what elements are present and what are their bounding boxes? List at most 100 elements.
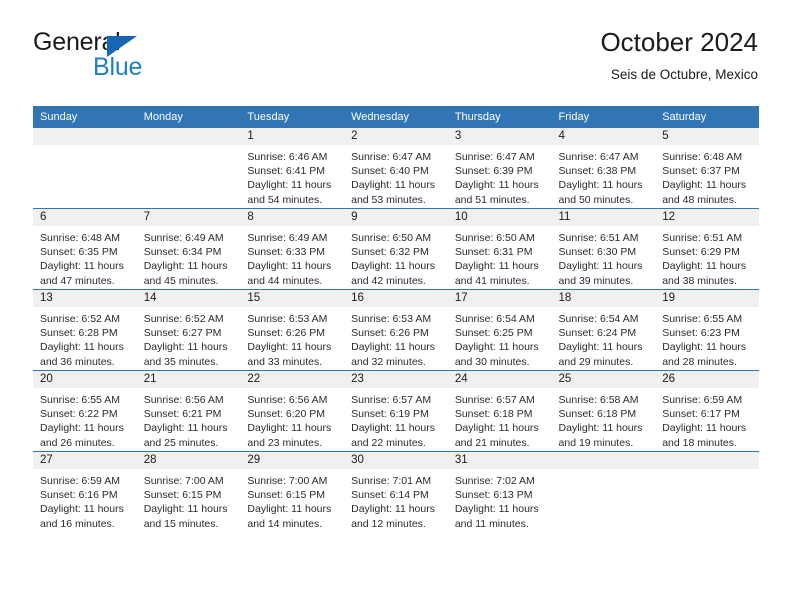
day-number: 5 xyxy=(655,128,759,145)
calendar-day-cell[interactable]: 9 Sunrise: 6:50 AM Sunset: 6:32 PM Daylight… xyxy=(344,208,448,290)
calendar-day-cell[interactable]: 3 Sunrise: 6:47 AM Sunset: 6:39 PM Daylight… xyxy=(447,128,552,209)
calendar-day-cell[interactable]: 10 Sunrise: 6:50 AM Sunset: 6:31 PM Dayligh… xyxy=(447,208,552,290)
calendar-day-cell[interactable]: 24 Sunrise: 6:57 AM Sunset: 6:18 PM Dayligh… xyxy=(447,370,552,452)
sunset-text: Sunset: 6:34 PM xyxy=(143,246,222,259)
daylight-text: Daylight: 11 hours and 29 minutes. xyxy=(558,341,643,368)
day-number: 14 xyxy=(136,290,241,307)
calendar-day-cell-empty xyxy=(136,128,241,209)
page-title: October 2024 xyxy=(600,27,758,57)
day-details: Sunrise: 6:50 AM Sunset: 6:31 PM Daylight:… xyxy=(448,226,552,288)
calendar-day-cell[interactable]: 21 Sunrise: 6:56 AM Sunset: 6:21 PM Dayligh… xyxy=(136,370,241,452)
sunrise-text: Sunrise: 6:53 AM xyxy=(351,313,432,325)
sunrise-text: Sunrise: 6:50 AM xyxy=(351,232,432,244)
calendar-day-cell[interactable]: 31 Sunrise: 7:02 AM Sunset: 6:13 PM Dayligh… xyxy=(447,451,552,532)
daylight-text: Daylight: 11 hours and 41 minutes. xyxy=(454,260,539,287)
calendar-page: General Blue October 2024 Seis de Octubr… xyxy=(0,0,792,612)
daylight-text: Daylight: 11 hours and 14 minutes. xyxy=(247,503,332,530)
calendar-day-cell[interactable]: 12 Sunrise: 6:51 AM Sunset: 6:29 PM Dayligh… xyxy=(655,208,759,290)
sunset-text: Sunset: 6:37 PM xyxy=(662,165,740,178)
calendar-day-cell[interactable]: 6 Sunrise: 6:48 AM Sunset: 6:35 PM Daylight… xyxy=(33,208,137,290)
calendar-day-cell[interactable]: 8 Sunrise: 6:49 AM Sunset: 6:33 PM Daylight… xyxy=(240,208,345,290)
day-details: Sunrise: 6:53 AM Sunset: 6:26 PM Daylight:… xyxy=(240,307,344,369)
day-number: 27 xyxy=(33,452,137,469)
calendar-day-cell[interactable]: 23 Sunrise: 6:57 AM Sunset: 6:19 PM Dayligh… xyxy=(344,370,448,452)
day-number: 11 xyxy=(551,209,656,226)
sunrise-text: Sunrise: 6:49 AM xyxy=(143,232,224,244)
day-details: Sunrise: 6:55 AM Sunset: 6:23 PM Daylight:… xyxy=(655,307,759,369)
daylight-text: Daylight: 11 hours and 28 minutes. xyxy=(662,341,747,368)
calendar-day-cell[interactable]: 4 Sunrise: 6:47 AM Sunset: 6:38 PM Daylight… xyxy=(551,128,656,209)
calendar-day-cell[interactable]: 29 Sunrise: 7:00 AM Sunset: 6:15 PM Dayligh… xyxy=(240,451,345,532)
day-details: Sunrise: 6:52 AM Sunset: 6:27 PM Daylight:… xyxy=(137,307,241,369)
sunset-text: Sunset: 6:15 PM xyxy=(143,489,222,502)
calendar-day-cell-empty xyxy=(655,451,759,532)
sunrise-text: Sunrise: 6:47 AM xyxy=(351,151,432,163)
day-number xyxy=(33,128,137,145)
daylight-text: Daylight: 11 hours and 30 minutes. xyxy=(454,341,539,368)
day-details: Sunrise: 7:02 AM Sunset: 6:13 PM Daylight:… xyxy=(448,469,552,531)
sunrise-text: Sunrise: 6:51 AM xyxy=(558,232,639,244)
calendar-day-cell[interactable]: 25 Sunrise: 6:58 AM Sunset: 6:18 PM Dayligh… xyxy=(551,370,656,452)
sunset-text: Sunset: 6:41 PM xyxy=(247,165,326,178)
calendar-day-cell[interactable]: 27 Sunrise: 6:59 AM Sunset: 6:16 PM Dayligh… xyxy=(33,451,137,532)
logo-word-blue: Blue xyxy=(93,53,143,81)
day-number: 3 xyxy=(447,128,552,145)
calendar-day-cell[interactable]: 17 Sunrise: 6:54 AM Sunset: 6:25 PM Dayligh… xyxy=(447,289,552,371)
weekday-header-saturday: Saturday xyxy=(655,106,759,128)
sunset-text: Sunset: 6:26 PM xyxy=(351,327,429,340)
calendar-day-cell[interactable]: 11 Sunrise: 6:51 AM Sunset: 6:30 PM Dayligh… xyxy=(551,208,656,290)
day-details: Sunrise: 6:47 AM Sunset: 6:40 PM Daylight:… xyxy=(344,145,448,207)
sunrise-text: Sunrise: 6:52 AM xyxy=(40,313,120,325)
day-number: 29 xyxy=(240,452,345,469)
day-number: 1 xyxy=(240,128,345,145)
day-number: 26 xyxy=(655,371,759,388)
sunset-text: Sunset: 6:33 PM xyxy=(247,246,326,259)
calendar-day-cell[interactable]: 28 Sunrise: 7:00 AM Sunset: 6:15 PM Dayligh… xyxy=(136,451,241,532)
day-number: 10 xyxy=(447,209,552,226)
calendar-day-cell[interactable]: 19 Sunrise: 6:55 AM Sunset: 6:23 PM Dayligh… xyxy=(655,289,759,371)
day-number: 4 xyxy=(551,128,656,145)
day-number: 2 xyxy=(344,128,448,145)
calendar-day-cell[interactable]: 30 Sunrise: 7:01 AM Sunset: 6:14 PM Dayligh… xyxy=(344,451,448,532)
calendar-day-cell[interactable]: 13 Sunrise: 6:52 AM Sunset: 6:28 PM Dayligh… xyxy=(33,289,137,371)
day-details: Sunrise: 6:56 AM Sunset: 6:21 PM Daylight:… xyxy=(137,388,241,450)
sunset-text: Sunset: 6:22 PM xyxy=(40,408,118,421)
day-number: 9 xyxy=(344,209,448,226)
calendar-day-cell[interactable]: 2 Sunrise: 6:47 AM Sunset: 6:40 PM Daylight… xyxy=(344,128,448,209)
day-details: Sunrise: 6:48 AM Sunset: 6:37 PM Daylight:… xyxy=(655,145,759,207)
calendar-day-cell[interactable]: 20 Sunrise: 6:55 AM Sunset: 6:22 PM Dayligh… xyxy=(33,370,137,452)
day-number: 15 xyxy=(240,290,345,307)
calendar-day-cell[interactable]: 1 Sunrise: 6:46 AM Sunset: 6:41 PM Daylight… xyxy=(240,128,345,209)
page-header: General Blue October 2024 Seis de Octubr… xyxy=(33,27,758,94)
calendar-body: 1 Sunrise: 6:46 AM Sunset: 6:41 PM Daylight… xyxy=(33,128,759,532)
day-details: Sunrise: 6:58 AM Sunset: 6:18 PM Daylight:… xyxy=(552,388,656,450)
calendar-week-row: 1 Sunrise: 6:46 AM Sunset: 6:41 PM Daylight… xyxy=(33,128,759,209)
daylight-text: Daylight: 11 hours and 22 minutes. xyxy=(351,422,435,449)
sunset-text: Sunset: 6:25 PM xyxy=(454,327,533,340)
calendar-day-cell[interactable]: 26 Sunrise: 6:59 AM Sunset: 6:17 PM Dayligh… xyxy=(655,370,759,452)
calendar-week-row: 13 Sunrise: 6:52 AM Sunset: 6:28 PM Dayligh… xyxy=(33,289,759,371)
day-details: Sunrise: 7:01 AM Sunset: 6:14 PM Daylight:… xyxy=(344,469,448,531)
calendar-day-cell[interactable]: 14 Sunrise: 6:52 AM Sunset: 6:27 PM Dayligh… xyxy=(136,289,241,371)
daylight-text: Daylight: 11 hours and 23 minutes. xyxy=(247,422,332,449)
calendar-day-cell[interactable]: 5 Sunrise: 6:48 AM Sunset: 6:37 PM Daylight… xyxy=(655,128,759,209)
calendar-day-cell[interactable]: 22 Sunrise: 6:56 AM Sunset: 6:20 PM Dayligh… xyxy=(240,370,345,452)
calendar-day-cell[interactable]: 7 Sunrise: 6:49 AM Sunset: 6:34 PM Daylight… xyxy=(136,208,241,290)
sunset-text: Sunset: 6:35 PM xyxy=(40,246,118,259)
day-number: 30 xyxy=(344,452,448,469)
sunset-text: Sunset: 6:28 PM xyxy=(40,327,118,340)
day-number: 21 xyxy=(136,371,241,388)
sunset-text: Sunset: 6:20 PM xyxy=(247,408,326,421)
daylight-text: Daylight: 11 hours and 48 minutes. xyxy=(662,179,747,206)
daylight-text: Daylight: 11 hours and 45 minutes. xyxy=(143,260,228,287)
day-details: Sunrise: 6:47 AM Sunset: 6:39 PM Daylight:… xyxy=(448,145,552,207)
calendar-day-cell[interactable]: 16 Sunrise: 6:53 AM Sunset: 6:26 PM Dayligh… xyxy=(344,289,448,371)
day-number: 28 xyxy=(136,452,241,469)
calendar-day-cell[interactable]: 15 Sunrise: 6:53 AM Sunset: 6:26 PM Dayligh… xyxy=(240,289,345,371)
sunrise-text: Sunrise: 6:47 AM xyxy=(558,151,639,163)
sunrise-text: Sunrise: 6:54 AM xyxy=(558,313,639,325)
calendar-day-cell[interactable]: 18 Sunrise: 6:54 AM Sunset: 6:24 PM Dayligh… xyxy=(551,289,656,371)
sunset-text: Sunset: 6:32 PM xyxy=(351,246,429,259)
daylight-text: Daylight: 11 hours and 33 minutes. xyxy=(247,341,332,368)
daylight-text: Daylight: 11 hours and 54 minutes. xyxy=(247,179,332,206)
